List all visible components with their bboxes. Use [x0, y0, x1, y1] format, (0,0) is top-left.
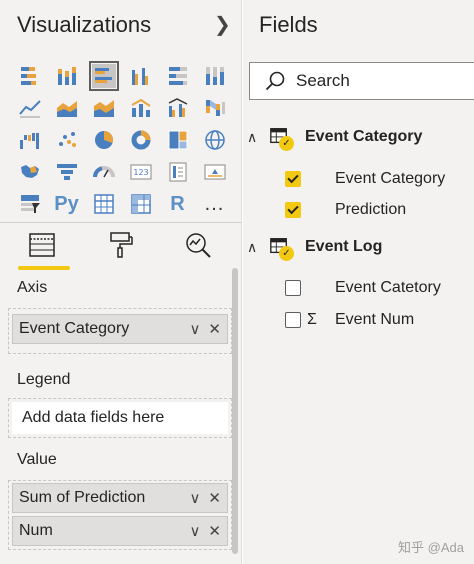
- line-column-icon[interactable]: [122, 92, 159, 124]
- chip-label: Event Category: [19, 320, 130, 337]
- field-label: Event Num: [335, 311, 415, 328]
- chevron-down-icon[interactable]: ∨: [189, 320, 200, 338]
- line-icon[interactable]: [11, 92, 48, 124]
- ribbon-icon[interactable]: [196, 92, 233, 124]
- fields-pane: Fields Search ∧ ✓ Event Category Event C…: [243, 0, 474, 564]
- gauge-icon[interactable]: [85, 156, 122, 188]
- tab-fields[interactable]: [14, 230, 70, 270]
- field-event-category[interactable]: Event Category: [285, 166, 445, 192]
- svg-text:123: 123: [133, 168, 148, 177]
- table-event-log[interactable]: ∧ ✓ Event Log: [247, 233, 382, 261]
- search-icon: [265, 71, 285, 91]
- stacked-bar-icon[interactable]: [11, 60, 48, 92]
- 100-column-icon[interactable]: [196, 60, 233, 92]
- tab-format[interactable]: [92, 230, 148, 270]
- scatter-icon[interactable]: [48, 124, 85, 156]
- card-icon[interactable]: 123: [122, 156, 159, 188]
- clustered-bar-icon[interactable]: [85, 60, 122, 92]
- field-checkbox[interactable]: [285, 171, 301, 187]
- filled-map-icon[interactable]: [11, 156, 48, 188]
- collapse-icon[interactable]: ∧: [247, 129, 269, 146]
- python-visual-icon[interactable]: Py: [48, 188, 85, 220]
- map-icon[interactable]: [196, 124, 233, 156]
- pane-tabs: [14, 230, 226, 270]
- clustered-column-icon[interactable]: [122, 60, 159, 92]
- chevron-right-icon[interactable]: ❯: [214, 12, 231, 37]
- visualizations-pane: Visualizations ❯ 123 Py R ... Axis Event…: [0, 0, 242, 564]
- field-label: Prediction: [335, 201, 407, 218]
- waterfall-icon[interactable]: [11, 124, 48, 156]
- analytics-tab-icon: [186, 233, 211, 258]
- axis-label: Axis: [17, 279, 48, 296]
- wells-scrollbar[interactable]: [232, 268, 238, 554]
- field-prediction[interactable]: Prediction: [285, 197, 406, 223]
- table-name: Event Category: [305, 128, 423, 145]
- table-icon: ✓: [269, 126, 294, 151]
- legend-well[interactable]: Add data fields here: [8, 398, 232, 438]
- treemap-icon[interactable]: [159, 124, 196, 156]
- check-icon: ✓: [279, 136, 294, 151]
- field-label: Event Category: [335, 170, 446, 187]
- table-icon: ✓: [269, 236, 294, 261]
- stacked-area-icon[interactable]: [85, 92, 122, 124]
- table-name: Event Log: [305, 238, 383, 255]
- close-icon[interactable]: ✕: [208, 522, 221, 540]
- check-icon: ✓: [279, 246, 294, 261]
- value-field-chip[interactable]: Num ∨ ✕: [12, 516, 228, 546]
- value-field-chip[interactable]: Sum of Prediction ∨ ✕: [12, 483, 228, 513]
- stacked-column-icon[interactable]: [48, 60, 85, 92]
- slicer-icon[interactable]: [11, 188, 48, 220]
- legend-placeholder: Add data fields here: [12, 402, 228, 434]
- area-icon[interactable]: [48, 92, 85, 124]
- field-label: Event Catetory: [335, 279, 441, 296]
- close-icon[interactable]: ✕: [208, 489, 221, 507]
- visualizations-title: Visualizations: [17, 12, 152, 37]
- field-checkbox[interactable]: [285, 202, 301, 218]
- value-well[interactable]: Sum of Prediction ∨ ✕ Num ∨ ✕: [8, 480, 232, 550]
- watermark: 知乎 @Ada: [398, 540, 464, 555]
- more-visuals-icon[interactable]: ...: [196, 188, 233, 220]
- sigma-icon: Σ: [307, 311, 317, 328]
- close-icon[interactable]: ✕: [208, 320, 221, 338]
- tab-analytics[interactable]: [170, 230, 226, 270]
- r-visual-icon[interactable]: R: [159, 188, 196, 220]
- visual-gallery: 123 Py R ...: [11, 60, 233, 220]
- field-event-num[interactable]: Σ Event Num: [285, 307, 414, 333]
- chevron-down-icon[interactable]: ∨: [189, 489, 200, 507]
- fields-title: Fields: [259, 12, 318, 37]
- search-placeholder: Search: [296, 71, 350, 90]
- value-label: Value: [17, 451, 57, 468]
- table-event-category[interactable]: ∧ ✓ Event Category: [247, 123, 422, 151]
- field-event-catetory[interactable]: Event Catetory: [285, 275, 441, 301]
- field-checkbox[interactable]: [285, 312, 301, 328]
- fields-tab-icon: [29, 233, 55, 257]
- pie-icon[interactable]: [85, 124, 122, 156]
- multirow-card-icon[interactable]: [159, 156, 196, 188]
- donut-icon[interactable]: [122, 124, 159, 156]
- chip-label: Sum of Prediction: [19, 489, 146, 506]
- chevron-down-icon[interactable]: ∨: [189, 522, 200, 540]
- 100-bar-icon[interactable]: [159, 60, 196, 92]
- format-tab-icon: [110, 232, 133, 258]
- kpi-icon[interactable]: [196, 156, 233, 188]
- legend-label: Legend: [17, 371, 71, 388]
- search-input[interactable]: Search: [249, 62, 474, 100]
- field-checkbox[interactable]: [285, 280, 301, 296]
- table-icon[interactable]: [85, 188, 122, 220]
- matrix-icon[interactable]: [122, 188, 159, 220]
- axis-well[interactable]: Event Category ∨ ✕: [8, 308, 232, 354]
- axis-field-chip[interactable]: Event Category ∨ ✕: [12, 314, 228, 344]
- funnel-icon[interactable]: [48, 156, 85, 188]
- line-clustered-column-icon[interactable]: [159, 92, 196, 124]
- chip-label: Num: [19, 522, 53, 539]
- divider: [0, 222, 242, 223]
- collapse-icon[interactable]: ∧: [247, 239, 269, 256]
